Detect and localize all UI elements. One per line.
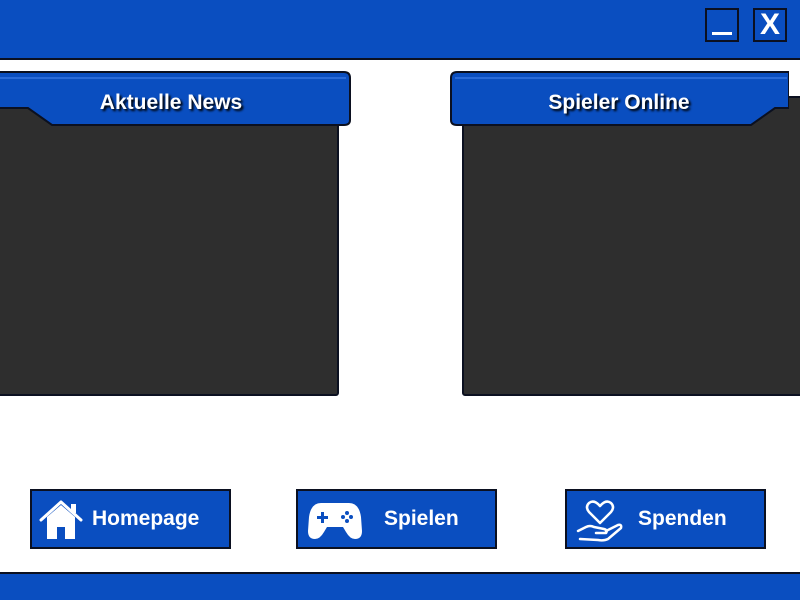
play-button[interactable]: Spielen bbox=[296, 489, 497, 549]
donate-button[interactable]: Spenden bbox=[565, 489, 766, 549]
close-icon: X bbox=[759, 8, 780, 41]
launcher-window: X Aktuelle News Spieler Online Homepage bbox=[0, 0, 800, 600]
donate-label: Spenden bbox=[638, 507, 727, 530]
news-panel-title: Aktuelle News bbox=[99, 91, 243, 114]
title-bar[interactable]: X bbox=[0, 0, 800, 60]
players-online-title: Spieler Online bbox=[548, 91, 690, 114]
status-bar bbox=[0, 572, 800, 600]
players-online-panel bbox=[462, 96, 800, 396]
players-online-header: Spieler Online bbox=[449, 70, 789, 126]
heart-hand-icon bbox=[576, 500, 623, 542]
play-label: Spielen bbox=[384, 507, 459, 530]
minimize-icon bbox=[712, 32, 732, 35]
homepage-label: Homepage bbox=[92, 507, 200, 530]
house-icon bbox=[39, 500, 83, 539]
minimize-button[interactable] bbox=[705, 8, 739, 42]
close-button[interactable]: X bbox=[753, 8, 787, 42]
news-panel-header: Aktuelle News bbox=[0, 70, 352, 126]
homepage-button[interactable]: Homepage bbox=[30, 489, 231, 549]
gamepad-icon bbox=[308, 503, 362, 539]
news-panel bbox=[0, 96, 339, 396]
